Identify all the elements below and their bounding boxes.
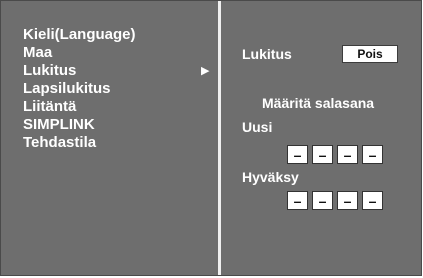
menu-item-label: Liitäntä: [23, 98, 77, 115]
settings-menu: Kieli(Language) Maa Lukitus ▶ Lapsilukit…: [23, 26, 213, 152]
menu-item-label: Lapsilukitus: [23, 80, 111, 97]
menu-item-language[interactable]: Kieli(Language): [23, 26, 213, 44]
menu-item-connection[interactable]: Liitäntä: [23, 98, 213, 116]
menu-item-factory-mode[interactable]: Tehdastila: [23, 134, 213, 152]
menu-item-simplink[interactable]: SIMPLINK: [23, 116, 213, 134]
menu-item-label: Maa: [23, 44, 53, 61]
pin-digit-box[interactable]: –: [337, 145, 358, 164]
pin-digit-box[interactable]: –: [362, 145, 383, 164]
confirm-password-pin[interactable]: – – – –: [287, 191, 383, 210]
pin-digit-box[interactable]: –: [362, 191, 383, 210]
pin-digit-box[interactable]: –: [312, 145, 333, 164]
lock-value-box[interactable]: Pois: [342, 45, 398, 63]
menu-item-lock[interactable]: Lukitus ▶: [23, 62, 213, 80]
panel-divider: [218, 1, 221, 275]
menu-item-child-lock[interactable]: Lapsilukitus: [23, 80, 213, 98]
pin-digit-box[interactable]: –: [312, 191, 333, 210]
set-password-label: Määritä salasana: [262, 95, 375, 111]
menu-item-label: SIMPLINK: [23, 116, 95, 133]
menu-item-label: Tehdastila: [23, 134, 97, 151]
tv-menu-screen: Kieli(Language) Maa Lukitus ▶ Lapsilukit…: [0, 0, 422, 276]
menu-item-country[interactable]: Maa: [23, 44, 213, 62]
menu-item-label: Kieli(Language): [23, 26, 136, 43]
play-right-arrow-icon: ▶: [201, 65, 210, 77]
new-password-label: Uusi: [242, 119, 273, 135]
pin-digit-box[interactable]: –: [287, 145, 308, 164]
lock-setting-label: Lukitus: [242, 46, 292, 62]
pin-digit-box[interactable]: –: [287, 191, 308, 210]
pin-digit-box[interactable]: –: [337, 191, 358, 210]
menu-item-label: Lukitus: [23, 62, 77, 79]
new-password-pin[interactable]: – – – –: [287, 145, 383, 164]
confirm-password-label: Hyväksy: [242, 169, 299, 185]
